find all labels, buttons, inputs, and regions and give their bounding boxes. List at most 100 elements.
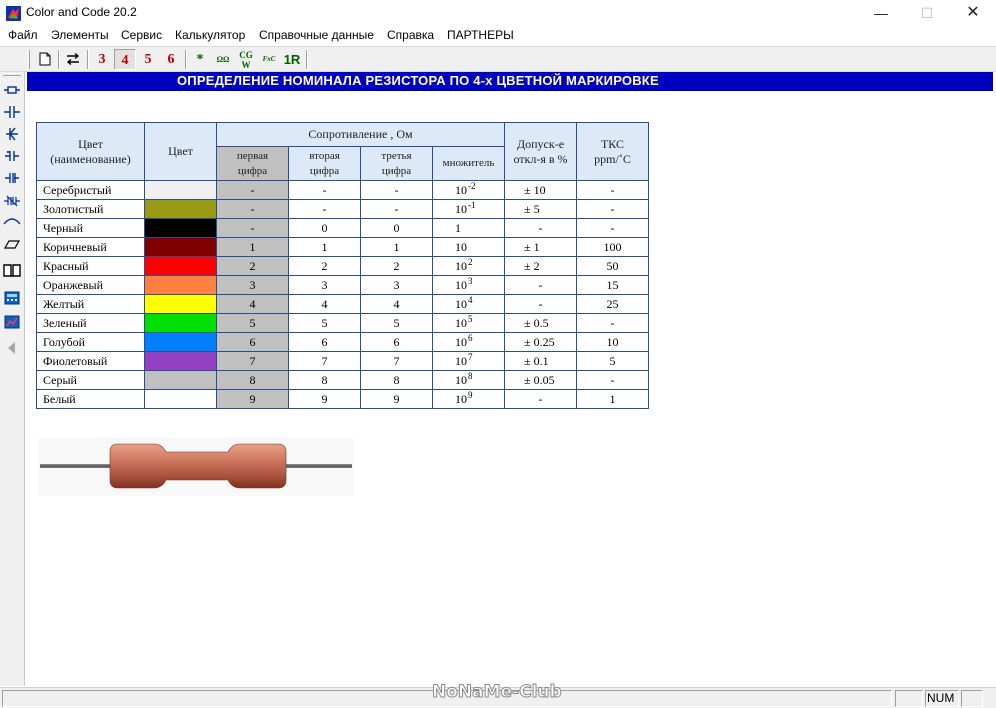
multiplier-base: 10 <box>455 334 467 349</box>
tolerance-cell: ± 1 <box>504 237 577 257</box>
tcr-cell: - <box>576 180 649 200</box>
fuse-icon[interactable] <box>2 234 22 254</box>
multiplier-exponent: 8 <box>468 370 473 381</box>
digit-3-cell: 0 <box>360 218 433 238</box>
multiplier-cell: 103 <box>432 275 505 295</box>
menu-help[interactable]: Справка <box>387 28 434 42</box>
new-file-button[interactable] <box>34 49 56 70</box>
tcr-cell: 10 <box>576 332 649 352</box>
electrolytic-icon[interactable] <box>2 168 22 188</box>
ir-button[interactable]: 1R <box>281 49 303 70</box>
book-icon[interactable] <box>2 260 22 280</box>
chart-icon[interactable] <box>2 312 22 332</box>
digit-3-cell: 5 <box>360 313 433 333</box>
color-name-cell: Оранжевый <box>36 275 145 295</box>
menu-partners[interactable]: ПАРТНЕРЫ <box>447 28 514 42</box>
digit-2-cell: 6 <box>288 332 361 352</box>
table-row: Серебристый - - -10-2 ± 10- <box>36 180 649 200</box>
menu-elements[interactable]: Элементы <box>51 28 109 42</box>
table-row: Серый 8 8 8 108 ± 0.05- <box>36 370 649 390</box>
menu-service[interactable]: Сервис <box>121 28 162 42</box>
header-color-name: Цвет (наименование) <box>36 122 145 181</box>
tolerance-cell: ± 10 <box>504 180 577 200</box>
color-name-cell: Серый <box>36 370 145 390</box>
inductor-icon[interactable] <box>2 212 22 232</box>
color-swatch <box>144 332 217 352</box>
digit-2-cell: 9 <box>288 389 361 409</box>
tcr-cell: - <box>576 218 649 238</box>
num-lock-indicator: NUM <box>927 691 955 705</box>
maximize-button[interactable]: ☐ <box>904 0 950 26</box>
multiplier-exponent: 3 <box>468 275 473 286</box>
band-3-button[interactable]: 3 <box>91 49 113 70</box>
toolbar: 3 4 5 6 * ΩΩ CG W FxC 1R <box>0 46 996 72</box>
toolbar-separator <box>58 50 60 69</box>
calculator-icon[interactable] <box>2 288 22 308</box>
color-name-cell: Фиолетовый <box>36 351 145 371</box>
menu-calculator[interactable]: Калькулятор <box>175 28 245 42</box>
color-name-cell: Золотистый <box>36 199 145 219</box>
digit-3-cell: 3 <box>360 275 433 295</box>
header-digit-1: первая цифра <box>216 146 289 181</box>
tolerance-cell: ± 2 <box>504 256 577 276</box>
multiplier-base: 1 <box>455 220 461 235</box>
polar-capacitor-icon[interactable] <box>2 146 22 166</box>
cgw-button[interactable]: CG W <box>235 49 257 70</box>
capacitor-icon[interactable] <box>2 102 22 122</box>
color-name-cell: Серебристый <box>36 180 145 200</box>
tcr-cell: 5 <box>576 351 649 371</box>
table-row: Зеленый 5 5 5 105 ± 0.5- <box>36 313 649 333</box>
fxc-button[interactable]: FxC <box>258 49 280 70</box>
multiplier-exponent: 5 <box>468 313 473 324</box>
multiplier-base: 10 <box>455 296 467 311</box>
toolbar-separator <box>306 50 308 69</box>
tcr-cell: - <box>576 370 649 390</box>
section-title: ОПРЕДЕЛЕНИЕ НОМИНАЛА РЕЗИСТОРА ПО 4-х ЦВ… <box>177 73 659 88</box>
status-pane-caps <box>895 690 923 707</box>
digit-3-cell: 9 <box>360 389 433 409</box>
menu-reference[interactable]: Справочные данные <box>259 28 374 42</box>
tcr-cell: 1 <box>576 389 649 409</box>
tolerance-cell: - <box>504 294 577 314</box>
close-button[interactable]: ✕ <box>950 0 996 26</box>
digit-1-cell: 6 <box>216 332 289 352</box>
multiplier-exponent: -2 <box>468 180 476 191</box>
band-5-button[interactable]: 5 <box>137 49 159 70</box>
diode-icon[interactable] <box>2 124 22 144</box>
color-name-cell: Зеленый <box>36 313 145 333</box>
multiplier-base: 10 <box>455 372 467 387</box>
star-button[interactable]: * <box>189 49 211 70</box>
multiplier-cell: 10 <box>432 237 505 257</box>
varistor-icon[interactable] <box>2 190 22 210</box>
multiplier-base: 10 <box>455 201 467 216</box>
toolbar-separator <box>185 50 187 69</box>
smd-button[interactable]: ΩΩ <box>212 49 234 70</box>
resistor-lead-left <box>40 464 112 468</box>
swap-button[interactable] <box>62 49 84 70</box>
left-toolbar-grip[interactable] <box>3 73 21 76</box>
tcr-cell: - <box>576 199 649 219</box>
table-row: Оранжевый 3 3 3 103-15 <box>36 275 649 295</box>
band-6-button[interactable]: 6 <box>160 49 182 70</box>
multiplier-base: 10 <box>455 277 467 292</box>
digit-3-cell: 1 <box>360 237 433 257</box>
minimize-button[interactable]: — <box>858 0 904 26</box>
toolbar-grip[interactable] <box>27 50 30 69</box>
color-swatch <box>144 275 217 295</box>
digit-1-cell: 7 <box>216 351 289 371</box>
tolerance-cell: - <box>504 389 577 409</box>
resistor-illustration <box>38 438 354 496</box>
multiplier-exponent: 2 <box>468 256 473 267</box>
tolerance-cell: ± 0.05 <box>504 370 577 390</box>
band-4-button[interactable]: 4 <box>114 49 136 70</box>
multiplier-base: 10 <box>455 315 467 330</box>
arrow-left-icon[interactable] <box>2 338 22 358</box>
resistor-icon[interactable] <box>2 80 22 100</box>
menu-file[interactable]: Файл <box>8 28 38 42</box>
digit-3-cell: - <box>360 199 433 219</box>
toolbar-separator <box>87 50 89 69</box>
multiplier-cell: 102 <box>432 256 505 276</box>
header-digit-2: вторая цифра <box>288 146 361 181</box>
digit-3-cell: 6 <box>360 332 433 352</box>
digit-2-cell: - <box>288 199 361 219</box>
